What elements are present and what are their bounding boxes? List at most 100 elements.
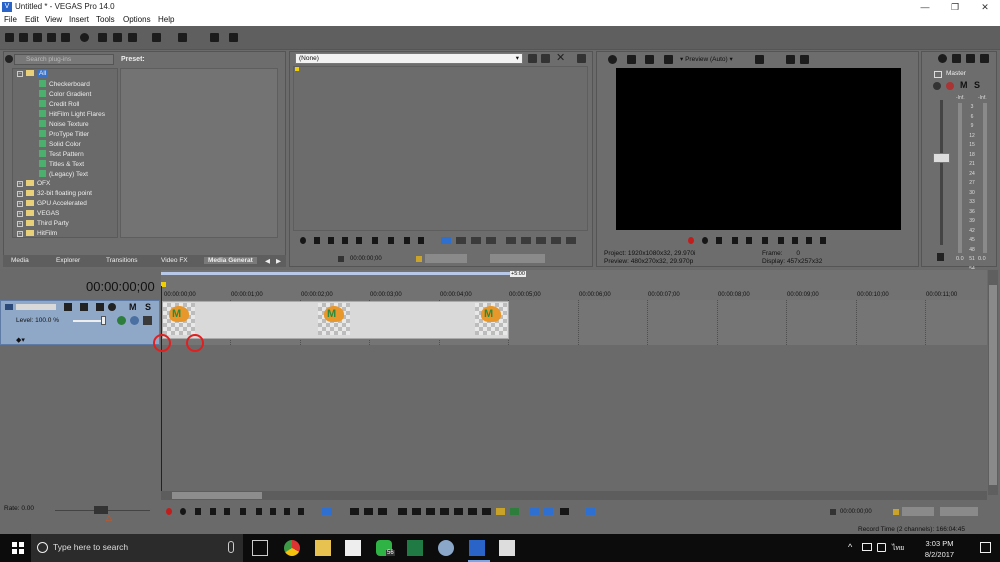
tree-item-folder[interactable]: + VEGAS: [17, 210, 59, 217]
play-icon[interactable]: [210, 508, 216, 515]
trimmer-tool-icon[interactable]: [506, 237, 516, 244]
mute-button[interactable]: M: [960, 80, 968, 90]
tab-explorer[interactable]: Explorer: [56, 257, 80, 264]
tree-item[interactable]: Test Pattern: [39, 150, 84, 158]
overlays-icon[interactable]: [755, 55, 764, 64]
move-icon[interactable]: [645, 55, 654, 64]
paste-icon[interactable]: [128, 33, 137, 42]
menu-file[interactable]: File: [4, 15, 17, 24]
menu-insert[interactable]: Insert: [69, 15, 89, 24]
composite-mode-icon[interactable]: [96, 303, 104, 311]
record-icon[interactable]: [166, 508, 172, 515]
tree-item[interactable]: Credit Roll: [39, 100, 79, 108]
tree-item[interactable]: Noise Texture: [39, 120, 89, 128]
track-level-slider[interactable]: [73, 320, 103, 322]
file-explorer-icon[interactable]: [315, 540, 331, 556]
mixer-options-icon[interactable]: [980, 54, 989, 63]
track-level-handle[interactable]: [101, 316, 106, 325]
auto-crossfade-icon[interactable]: [544, 508, 553, 515]
prev-frame-icon[interactable]: [284, 508, 290, 515]
photos-icon[interactable]: [499, 540, 515, 556]
ripple-edit-icon[interactable]: [560, 508, 569, 515]
preview-quality-dropdown[interactable]: ▾ Preview (Auto) ▾: [680, 55, 733, 63]
loop-region-bar[interactable]: [161, 272, 526, 275]
expand-track-icon[interactable]: [5, 304, 13, 310]
undo-icon[interactable]: [152, 33, 161, 42]
trimmer-settings-icon[interactable]: [577, 54, 586, 63]
clock-date[interactable]: 8/2/2017: [917, 550, 962, 559]
timeline-ruler[interactable]: +5:00 00:00:00;00 00:00:01;00 00:00:02;0…: [161, 270, 987, 301]
track-fx-chain-icon[interactable]: [143, 316, 152, 325]
menu-edit[interactable]: Edit: [25, 15, 39, 24]
tree-item-folder[interactable]: + Third Party: [17, 220, 69, 227]
close-button[interactable]: ✕: [970, 0, 1000, 14]
open-icon[interactable]: [19, 33, 28, 42]
lock-icon[interactable]: [468, 508, 477, 515]
keyframe-expand-icon[interactable]: ◆▾: [16, 336, 25, 344]
fx-chain-icon[interactable]: [946, 82, 954, 90]
insert-fx-icon[interactable]: [966, 54, 975, 63]
trim-end-icon[interactable]: [440, 508, 449, 515]
gear-icon[interactable]: [938, 54, 947, 63]
copy-icon[interactable]: [113, 33, 122, 42]
menu-options[interactable]: Options: [123, 15, 151, 24]
task-view-icon[interactable]: [252, 540, 268, 556]
timeline-horizontal-scrollbar[interactable]: [161, 491, 987, 500]
play-from-start-icon[interactable]: [314, 237, 320, 244]
tree-item-folder[interactable]: + GPU Accelerated: [17, 200, 87, 207]
go-to-start-icon[interactable]: [372, 237, 378, 244]
tree-item-folder[interactable]: + OFX: [17, 180, 50, 187]
select-range-icon[interactable]: [441, 237, 451, 244]
record-icon[interactable]: [688, 237, 694, 244]
external-monitor-icon[interactable]: [627, 55, 636, 64]
pause-icon[interactable]: [342, 237, 348, 244]
cut-icon[interactable]: [98, 33, 107, 42]
tab-scroll-right[interactable]: ▶: [276, 257, 281, 265]
track-motion-icon[interactable]: [64, 303, 72, 311]
store-icon[interactable]: [345, 540, 361, 556]
play-icon[interactable]: [732, 237, 738, 244]
help-icon[interactable]: [229, 33, 238, 42]
minimize-button[interactable]: —: [910, 0, 940, 14]
go-to-end-icon[interactable]: [388, 237, 394, 244]
trimmer-tool-icon[interactable]: [566, 237, 576, 244]
lock-icon[interactable]: [937, 253, 944, 261]
tree-item-folder[interactable]: + HitFilm: [17, 230, 57, 237]
close-icon[interactable]: ✕: [556, 51, 565, 64]
video-preview-screen[interactable]: [616, 68, 901, 230]
go-to-start-icon[interactable]: [256, 508, 262, 515]
track-solo-button[interactable]: S: [145, 302, 151, 312]
in-point-field[interactable]: [425, 254, 467, 263]
tree-item[interactable]: Color Gradient: [39, 90, 91, 98]
save-snapshot-icon[interactable]: [800, 55, 809, 64]
insert-bus-icon[interactable]: [952, 54, 961, 63]
track-fx-icon[interactable]: [80, 303, 88, 311]
trimmer-tool-icon[interactable]: [536, 237, 546, 244]
language-indicator[interactable]: ไทย: [892, 543, 904, 554]
next-frame-icon[interactable]: [298, 508, 304, 515]
tab-transitions[interactable]: Transitions: [106, 257, 138, 264]
play-from-start-icon[interactable]: [195, 508, 201, 515]
tree-item[interactable]: Checkerboard: [39, 80, 90, 88]
app-icon[interactable]: [438, 540, 454, 556]
render-icon[interactable]: [61, 33, 70, 42]
go-to-end-icon[interactable]: [792, 237, 798, 244]
next-frame-icon[interactable]: [820, 237, 826, 244]
stop-icon[interactable]: [240, 508, 246, 515]
tree-item[interactable]: (Legacy) Text: [39, 170, 88, 178]
tree-item[interactable]: Titles & Text: [39, 160, 84, 168]
gear-icon[interactable]: [608, 55, 617, 64]
tab-scroll-left[interactable]: ◀: [265, 257, 270, 265]
volume-icon[interactable]: [877, 543, 886, 552]
stop-icon[interactable]: [356, 237, 362, 244]
play-icon[interactable]: [328, 237, 334, 244]
loop-icon[interactable]: [180, 508, 186, 515]
make-compositing-child-icon[interactable]: [130, 316, 139, 325]
normal-edit-tool-icon[interactable]: [322, 508, 332, 515]
marker-insert-icon[interactable]: [482, 508, 491, 515]
add-to-timeline-icon[interactable]: [456, 237, 466, 244]
prev-frame-icon[interactable]: [806, 237, 812, 244]
trimmer-length-field[interactable]: [490, 254, 545, 263]
vertical-scroll-thumb[interactable]: [989, 285, 997, 485]
tray-overflow-icon[interactable]: ^: [848, 542, 852, 552]
